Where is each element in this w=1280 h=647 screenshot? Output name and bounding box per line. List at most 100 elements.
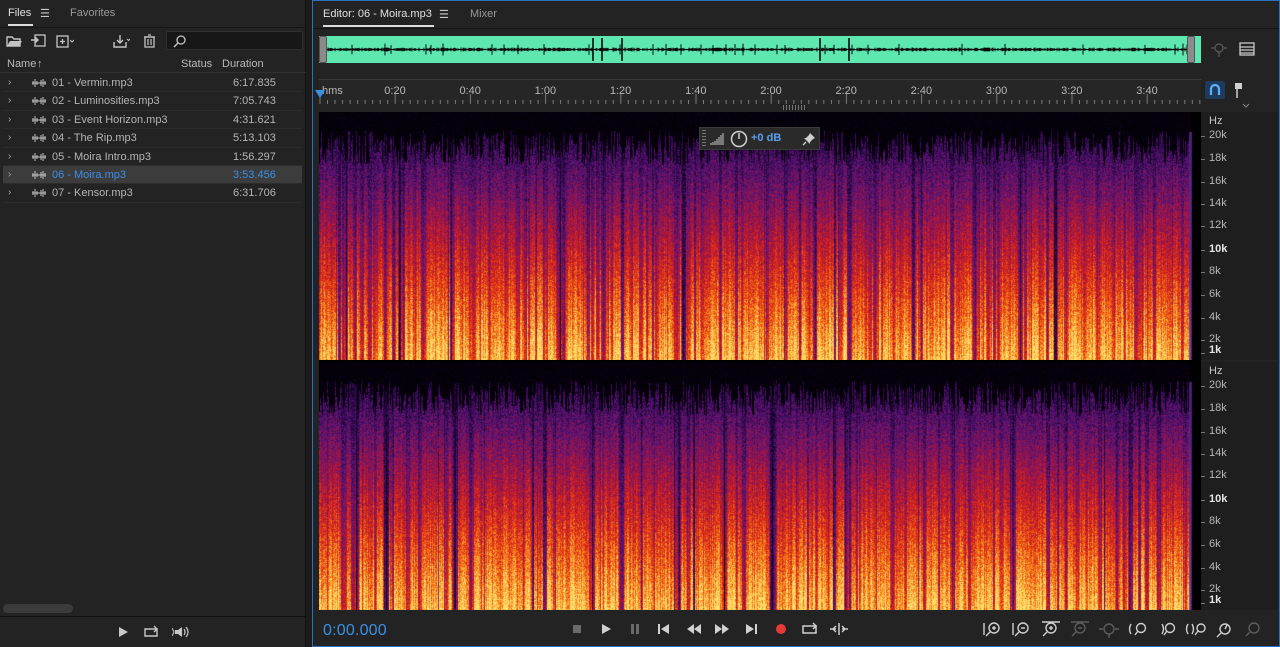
- file-row-selected[interactable]: › 06 - Moira.mp3 3:53.456: [3, 165, 302, 185]
- files-search[interactable]: [166, 31, 303, 50]
- expand-chevron-icon[interactable]: ›: [8, 187, 11, 198]
- zoom-to-selection-icon[interactable]: [1210, 40, 1228, 58]
- file-name: 02 - Luminosities.mp3: [52, 95, 160, 108]
- frequency-label: 16k: [1209, 175, 1227, 187]
- zoom-out-full-icon[interactable]: [1097, 620, 1121, 638]
- zoom-in-amplitude-icon[interactable]: [981, 620, 1005, 638]
- trash-icon[interactable]: [141, 33, 159, 49]
- frequency-label: 14k: [1209, 197, 1227, 209]
- current-time-display[interactable]: 0:00.000: [323, 622, 387, 640]
- zoom-out-amplitude-icon[interactable]: [1010, 620, 1034, 638]
- column-status[interactable]: Status: [181, 58, 212, 70]
- ruler-dropdown-icon[interactable]: [1241, 102, 1251, 110]
- play-preview-icon[interactable]: [113, 624, 133, 640]
- overview-right-handle[interactable]: [1187, 36, 1195, 63]
- volume-knob-icon[interactable]: [730, 130, 748, 148]
- go-to-start-icon[interactable]: [653, 620, 675, 638]
- waveform-file-icon: [32, 170, 46, 179]
- frequency-scale-right[interactable]: Hz 20k 18k 16k 14k 12k 10k 8k 6k 4k 2k 1k: [1201, 362, 1278, 610]
- frequency-tick: [1201, 136, 1205, 137]
- vertical-resize-grip[interactable]: [783, 105, 807, 110]
- file-row[interactable]: › 07 - Kensor.mp3 6:31.706: [3, 184, 302, 203]
- sort-ascending-icon[interactable]: ↑: [37, 58, 43, 70]
- expand-chevron-icon[interactable]: ›: [8, 95, 11, 106]
- tab-files[interactable]: Files: [8, 7, 34, 26]
- insert-into-multitrack-icon[interactable]: [112, 33, 130, 49]
- frequency-scale-left[interactable]: Hz 20k 18k 16k 14k 12k 10k 8k 6k 4k 2k 1k: [1201, 112, 1278, 360]
- frequency-tick: [1201, 250, 1205, 251]
- tab-editor[interactable]: Editor: 06 - Moira.mp3: [323, 8, 434, 27]
- zoom-in-time-icon[interactable]: [1039, 620, 1063, 638]
- file-row[interactable]: › 05 - Moira Intro.mp3 1:56.297: [3, 148, 302, 166]
- waveform-file-icon: [32, 152, 46, 161]
- column-duration[interactable]: Duration: [222, 58, 264, 70]
- playhead-marker[interactable]: [315, 90, 325, 98]
- file-row[interactable]: › 03 - Event Horizon.mp3 4:31.621: [3, 111, 302, 130]
- spectral-frequency-display[interactable]: [319, 112, 1201, 610]
- new-file-icon[interactable]: [56, 33, 74, 49]
- import-file-icon[interactable]: [30, 33, 48, 49]
- ruler-time-label: 2:00: [760, 85, 782, 97]
- editor-panel: Editor: 06 - Moira.mp3 ☰ Mixer hms 0:20 0…: [312, 0, 1280, 647]
- expand-chevron-icon[interactable]: ›: [8, 77, 11, 88]
- time-ruler[interactable]: hms 0:20 0:40 1:00 1:20 1:40 2:00 2:20 2:40 3:00…: [319, 79, 1201, 104]
- file-duration: 4:31.621: [233, 113, 276, 126]
- editor-menu-icon[interactable]: ☰: [439, 8, 449, 21]
- files-footer: [0, 616, 306, 647]
- go-to-end-icon[interactable]: [740, 620, 762, 638]
- expand-chevron-icon[interactable]: ›: [8, 151, 11, 162]
- tab-mixer[interactable]: Mixer: [470, 8, 497, 20]
- volume-db-value[interactable]: +0 dB: [751, 132, 781, 144]
- zoom-out-time-icon[interactable]: [1068, 620, 1092, 638]
- expand-chevron-icon[interactable]: ›: [8, 169, 11, 180]
- snapping-toggle[interactable]: [1205, 81, 1225, 99]
- waveform-file-icon: [32, 134, 46, 143]
- zoom-in-at-end-icon[interactable]: [1155, 620, 1179, 638]
- expand-chevron-icon[interactable]: ›: [8, 114, 11, 125]
- panel-menu-icon[interactable]: ☰: [40, 7, 50, 20]
- zoom-in-at-start-icon[interactable]: [1126, 620, 1150, 638]
- marker-pin-icon[interactable]: [1231, 81, 1249, 99]
- hud-grip[interactable]: [702, 130, 706, 147]
- overview-left-handle[interactable]: [319, 36, 327, 63]
- stop-icon[interactable]: [566, 620, 588, 638]
- overview-waveform[interactable]: [319, 36, 1201, 63]
- search-input[interactable]: [191, 33, 299, 48]
- editor-panel-tabs: Editor: 06 - Moira.mp3 ☰ Mixer: [313, 1, 1279, 29]
- overview-waveform-graph: [319, 36, 1201, 63]
- expand-chevron-icon[interactable]: ›: [8, 132, 11, 143]
- search-icon: [173, 35, 186, 48]
- zoom-selection-icon[interactable]: [1184, 620, 1208, 638]
- loop-preview-icon[interactable]: [142, 624, 162, 640]
- files-column-header: Name ↑ Status Duration: [0, 55, 306, 73]
- frequency-label: 1k: [1209, 344, 1222, 356]
- frequency-tick: [1201, 545, 1205, 546]
- rewind-icon[interactable]: [683, 620, 705, 638]
- skip-selection-icon[interactable]: [828, 620, 850, 638]
- frequency-tick: [1201, 454, 1205, 455]
- hz-unit-label: Hz: [1209, 115, 1223, 127]
- fast-forward-icon[interactable]: [711, 620, 733, 638]
- zoom-reset-icon[interactable]: [1213, 620, 1237, 638]
- play-icon[interactable]: [595, 620, 617, 638]
- zoom-panel-options-icon[interactable]: [1242, 620, 1266, 638]
- pause-icon[interactable]: [624, 620, 646, 638]
- file-row[interactable]: › 01 - Vermin.mp3 6:17.835: [3, 74, 302, 93]
- frequency-label: 8k: [1209, 515, 1221, 527]
- open-file-icon[interactable]: [5, 33, 23, 49]
- column-name[interactable]: Name: [7, 58, 36, 70]
- loop-playback-icon[interactable]: [799, 620, 821, 638]
- auto-play-speaker-icon[interactable]: [172, 624, 192, 640]
- tab-favorites[interactable]: Favorites: [70, 7, 115, 19]
- frequency-label: 4k: [1209, 561, 1221, 573]
- record-icon[interactable]: [770, 620, 792, 638]
- pin-hud-icon[interactable]: [802, 132, 816, 146]
- file-row[interactable]: › 04 - The Rip.mp3 5:13.103: [3, 129, 302, 148]
- files-panel: Files ☰ Favorites Name ↑ Status Duration…: [0, 0, 306, 647]
- file-name: 07 - Kensor.mp3: [52, 187, 133, 200]
- volume-hud[interactable]: +0 dB: [699, 127, 820, 150]
- display-options-icon[interactable]: [1238, 40, 1256, 58]
- spectrogram-channel-right[interactable]: [319, 362, 1201, 610]
- file-row[interactable]: › 02 - Luminosities.mp3 7:05.743: [3, 92, 302, 111]
- files-horizontal-scrollbar[interactable]: [3, 604, 73, 613]
